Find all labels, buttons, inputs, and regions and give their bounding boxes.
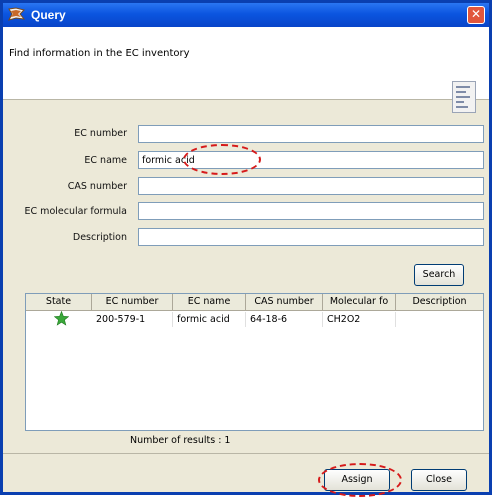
ec-name-label: EC name [84,155,127,166]
ec-number-label: EC number [74,128,127,139]
header-panel: Find information in the EC inventory [3,27,489,113]
description-label: Description [72,232,127,243]
search-button[interactable]: Search [414,264,464,286]
cell-formula: CH2O2 [323,312,396,327]
column-header-cas-number[interactable]: CAS number [246,294,323,311]
column-header-ec-number[interactable]: EC number [92,294,173,311]
window-title: Query [31,8,66,22]
cas-number-label: CAS number [67,181,127,192]
column-header-formula[interactable]: Molecular fo [323,294,396,311]
column-header-description[interactable]: Description [396,294,483,311]
cell-cas-number: 64-18-6 [246,312,323,327]
ec-number-input[interactable] [138,125,484,143]
header-text: Find information in the EC inventory [9,48,190,59]
results-count: Number of results : 1 [130,435,231,446]
cas-number-input[interactable] [138,177,484,195]
column-header-ec-name[interactable]: EC name [173,294,246,311]
ec-formula-input[interactable] [138,202,484,220]
close-button[interactable]: Close [411,469,467,491]
green-star-icon [54,311,69,326]
highlight-circle-assign [318,463,402,497]
footer-divider [3,453,489,454]
query-dialog: Query ✕ Find information in the EC inven… [0,0,492,497]
flag-logo-icon [8,7,25,21]
results-table: State EC number EC name CAS number Molec… [25,293,484,431]
description-input[interactable] [138,228,484,246]
cell-description [396,312,483,327]
document-list-icon [452,81,476,113]
title-bar[interactable]: Query ✕ [3,3,489,27]
cell-ec-name: formic acid [173,312,246,327]
close-window-button[interactable]: ✕ [467,6,485,24]
highlight-circle-ec-name [183,144,261,175]
close-icon: ✕ [470,7,482,21]
ec-formula-label: EC molecular formula [24,206,127,217]
column-header-state[interactable]: State [26,294,92,311]
cell-ec-number: 200-579-1 [92,312,173,327]
